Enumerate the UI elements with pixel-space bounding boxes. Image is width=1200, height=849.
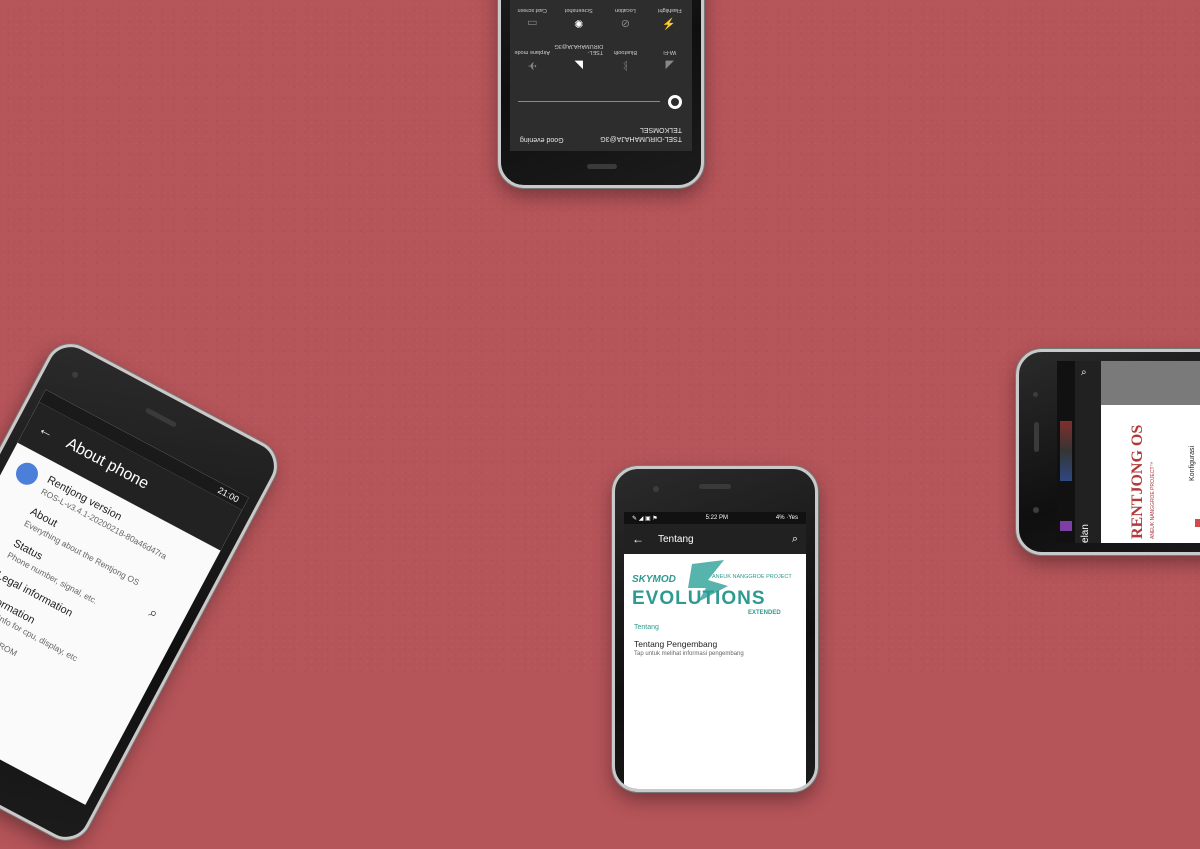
tile-label: Location [614,7,636,13]
banner-line1: SKYMOD [632,574,676,585]
cast-icon: ▭ [527,17,538,29]
pref-title: Tentang Pengembang [634,639,718,649]
brightness-slider[interactable] [518,95,682,109]
tile-wifi[interactable]: ◢ Wi-Fi [648,43,692,71]
carrier-name: TSEL-DIRUMAHAJA@3G [600,135,682,142]
tile-label: Screenshot [564,7,593,13]
rentjong-logo: RENTJONG OS ANEUK NANGGROE PROJECT™ [1129,425,1156,539]
greeting-text: Good evening [520,136,564,143]
logo-subtitle: ANEUK NANGGROE PROJECT™ [1150,461,1156,539]
cellular-icon: ◣ [574,59,584,71]
screenshot-icon: ✺ [574,17,584,29]
app-bar: ⌕ Setelan [1075,361,1101,543]
section-header: Tentang [634,624,659,631]
phone-setelan: ⌕ Setelan RENTJONG OS ANEUK NANGGROE PRO… [1016,349,1200,555]
back-arrow-icon[interactable]: ← [632,532,644,546]
carrier-operator: TELKOMSEL [639,126,682,133]
search-icon[interactable]: ⌕ [792,533,798,546]
qs-header: TSEL-DIRUMAHAJA@3G TELKOMSEL Good evenin… [510,125,692,151]
page-title: Tentang [658,533,694,545]
app-icon [1060,521,1072,531]
skymod-banner: SKYMOD EVOLUTIONS ANEUK NANGGROE PROJECT… [624,558,806,620]
tile-bluetooth[interactable]: ᛒ Bluetooth [603,43,647,71]
back-arrow-icon[interactable]: ← [35,420,57,443]
tile-screenshot[interactable]: ✺ Screenshot [554,7,603,29]
banner-extended: EXTENDED [748,610,781,616]
settings-icon [1195,519,1200,527]
bluetooth-icon: ᛒ [622,59,629,71]
tile-label: Flashlight [658,7,682,13]
brightness-track[interactable] [518,101,660,103]
flashlight-icon: ⚡ [662,17,676,29]
status-icons-left: ✎ ◢ ▣ ⚑ [632,515,658,522]
status-icons [1060,421,1072,481]
app-bar: ← Tentang ⌕ [624,524,806,554]
wifi-icon: ◢ [665,59,675,71]
settings-content: RENTJONG OS ANEUK NANGGROE PROJECT™ Konf… [1101,361,1200,543]
status-bar [1057,361,1075,543]
earpiece [144,407,178,428]
tile-flashlight[interactable]: ⚡ Flashlight [648,7,692,29]
tile-label: Airplane mode [514,49,550,55]
tile-airplane[interactable]: ✈ Airplane mode [510,43,554,71]
pref-subtitle: Tap untuk melihat informasi pengembang [634,651,744,657]
tile-label: Cast screen [517,7,547,13]
front-camera [1033,392,1038,397]
tile-label: Wi-Fi [663,49,677,55]
location-icon: ⊘ [620,17,630,29]
tile-label: Bluetooth [613,49,637,55]
front-camera [71,370,80,379]
front-camera [653,486,659,492]
sensor [1033,507,1039,513]
logo-title: RENTJONG OS [1129,425,1146,539]
status-time: 5:22 PM [705,515,728,521]
airplane-icon: ✈ [527,59,537,71]
status-battery: 4% ·Yes [775,515,798,521]
earpiece [699,484,731,489]
developer-info-item[interactable]: Tentang Pengembang Tap untuk melihat inf… [624,631,806,657]
quick-settings-panel: TSEL-DIRUMAHAJA@3G TELKOMSEL Good evenin… [510,0,692,151]
status-bar: ✎ ◢ ▣ ⚑ 5:22 PM 4% ·Yes [624,512,806,524]
setelan-screen: ⌕ Setelan RENTJONG OS ANEUK NANGGROE PRO… [1057,361,1200,543]
tentang-screen: ✎ ◢ ▣ ⚑ 5:22 PM 4% ·Yes ← Tentang ⌕ SKYM… [624,512,806,789]
tile-label: TSEL-DIRUMAHAJA@3G [554,43,604,55]
qs-tiles: ◢ Wi-Fi ᛒ Bluetooth ◣ TSEL-DIRUMAHAJA@3G ✈ A… [510,7,692,71]
brightness-icon [668,95,682,109]
earpiece [1034,422,1039,452]
phone-tentang: ✎ ◢ ▣ ⚑ 5:22 PM 4% ·Yes ← Tentang ⌕ SKYM… [612,466,818,792]
search-icon[interactable]: ⌕ [1081,367,1087,378]
settings-item-label[interactable]: Konfigurasi [1189,446,1196,481]
tile-cast[interactable]: ▭ Cast screen [510,7,554,29]
phone-quick-settings: TSEL-DIRUMAHAJA@3G TELKOMSEL Good evenin… [498,0,704,188]
header-image [1101,361,1200,405]
earpiece [587,164,617,169]
tile-cellular[interactable]: ◣ TSEL-DIRUMAHAJA@3G [554,43,603,71]
page-title: Setelan [1080,524,1091,543]
banner-tag: ANEUK NANGGROE PROJECT [712,574,792,580]
banner-line2: EVOLUTIONS [632,588,766,609]
rentjong-logo-icon [12,458,42,489]
tile-location[interactable]: ⊘ Location [603,7,647,29]
